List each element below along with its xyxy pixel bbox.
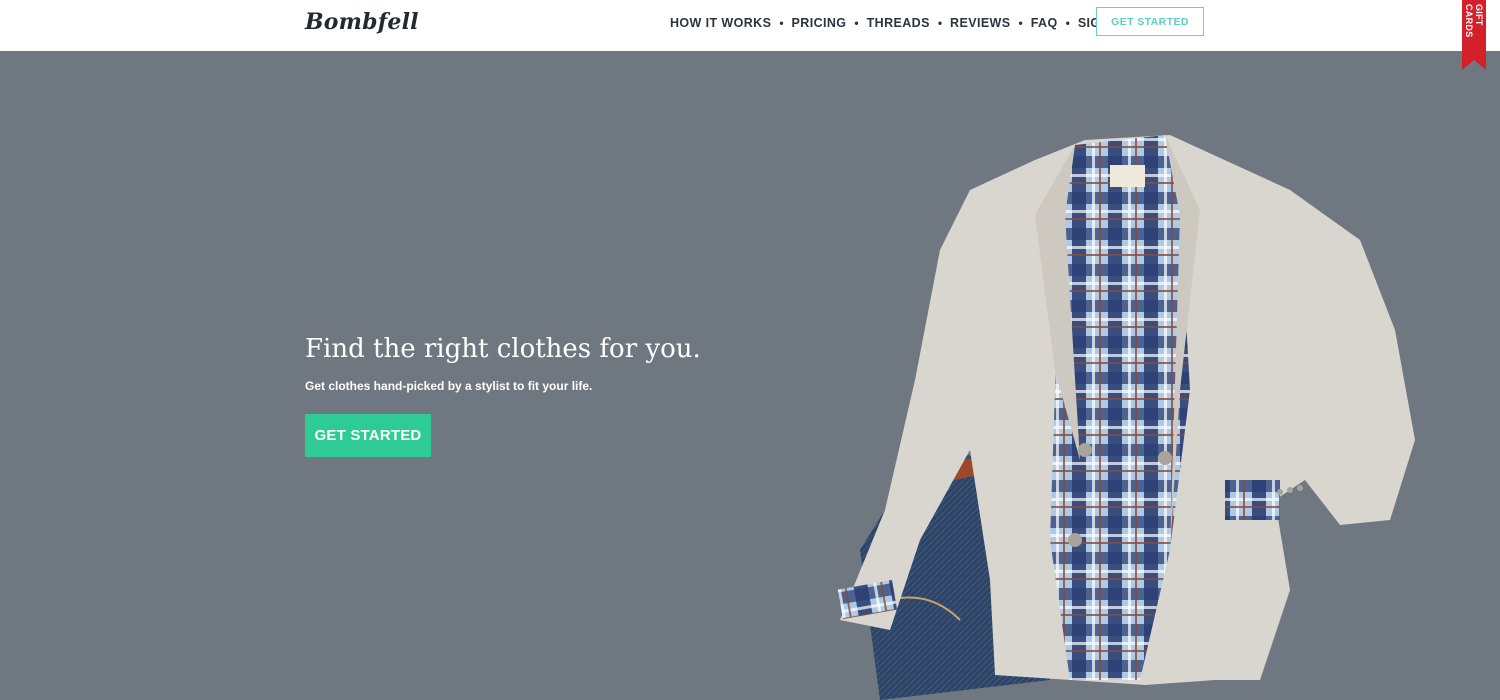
nav-threads[interactable]: THREADS (867, 16, 930, 30)
main-nav: HOW IT WORKS • PRICING • THREADS • REVIE… (670, 15, 1127, 31)
get-started-header-button[interactable]: GET STARTED (1096, 7, 1204, 36)
nav-separator: • (937, 16, 943, 30)
nav-faq[interactable]: FAQ (1031, 16, 1058, 30)
clothing-outfit-illustration (820, 120, 1440, 700)
nav-separator: • (1065, 16, 1070, 30)
get-started-hero-button[interactable]: GET STARTED (305, 414, 431, 457)
nav-reviews[interactable]: REVIEWS (950, 16, 1010, 30)
hero-subtitle: Get clothes hand-picked by a stylist to … (305, 379, 593, 393)
nav-pricing[interactable]: PRICING (792, 16, 847, 30)
nav-separator: • (779, 16, 784, 30)
brand-logo[interactable]: Bombfell (305, 9, 419, 35)
nav-separator: • (1018, 16, 1023, 30)
hero-title: Find the right clothes for you. (305, 334, 701, 364)
gift-cards-label[interactable]: GIFT CARDS (1464, 4, 1484, 56)
nav-how-it-works[interactable]: HOW IT WORKS (670, 16, 771, 30)
nav-separator: • (854, 16, 859, 30)
top-navigation-bar: Bombfell HOW IT WORKS • PRICING • THREAD… (0, 0, 1500, 51)
